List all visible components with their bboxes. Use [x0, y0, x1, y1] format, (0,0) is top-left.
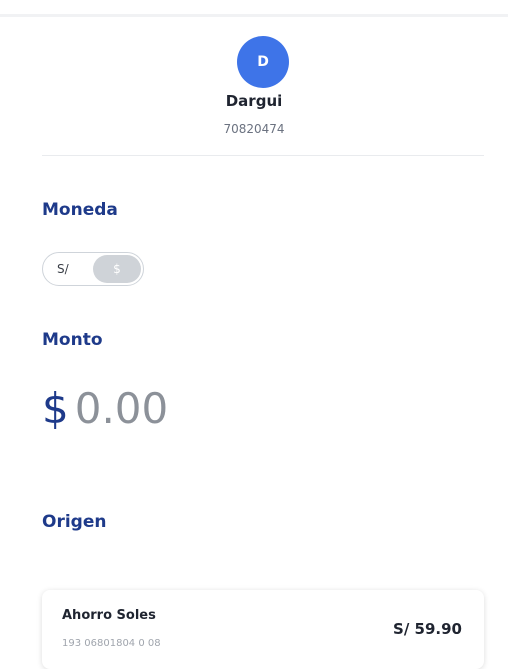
account-balance: S/ 59.90	[393, 620, 462, 638]
origin-title: Origen	[42, 512, 107, 532]
recipient-avatar: D	[237, 36, 289, 88]
currency-title: Moneda	[42, 200, 118, 220]
origin-account-card[interactable]: Ahorro Soles 193 06801804 0 08 S/ 59.90	[42, 590, 484, 669]
account-number: 193 06801804 0 08	[62, 638, 161, 649]
amount-currency-symbol: $	[42, 384, 69, 433]
amount-value: 0.00	[74, 384, 169, 433]
amount-input[interactable]: $0.00	[42, 383, 168, 435]
currency-toggle[interactable]: S/ $	[42, 252, 144, 286]
currency-option-dollar[interactable]: $	[93, 255, 141, 283]
amount-title: Monto	[42, 330, 103, 350]
header-divider	[0, 14, 508, 17]
transfer-screen: D Dargui 70820474 Moneda S/ $ Monto $0.0…	[0, 0, 508, 669]
currency-option-soles[interactable]: S/	[57, 253, 69, 285]
recipient-name: Dargui	[225, 92, 283, 110]
section-divider	[42, 155, 484, 156]
recipient-initial: D	[257, 54, 269, 70]
account-name: Ahorro Soles	[62, 608, 156, 623]
recipient-document: 70820474	[223, 122, 285, 136]
